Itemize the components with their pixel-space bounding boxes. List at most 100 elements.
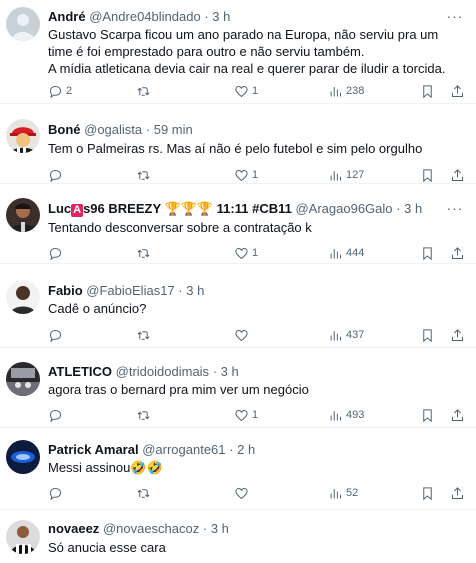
bookmark-button[interactable] [420,484,435,502]
reply-icon [49,85,62,98]
share-button[interactable] [450,406,465,424]
user-handle[interactable]: @novaeschacoz [103,521,199,536]
avatar[interactable] [6,119,40,153]
bookmark-button[interactable] [420,326,435,344]
retweet-icon [137,86,150,96]
tweet-text: Tentando desconversar sobre a contrataçã… [48,220,312,235]
retweet-button[interactable] [136,326,154,344]
retweet-button[interactable] [136,406,154,424]
avatar[interactable] [6,520,40,554]
timestamp[interactable]: 59 min [154,122,193,137]
retweet-button[interactable] [136,166,154,184]
reply-button[interactable] [48,326,66,344]
avatar[interactable] [6,280,40,314]
user-handle[interactable]: @tridoidodimais [116,364,209,379]
views-button[interactable]: 437 [328,326,364,344]
views-button[interactable]: 238 [328,82,364,100]
tweet-text: agora tras o bernard pra mim ver um negó… [48,382,309,397]
view-count: 52 [346,487,359,499]
share-button[interactable] [450,326,465,344]
separator-dot: · [145,122,151,137]
display-name[interactable]: André [48,9,86,24]
user-handle[interactable]: @ogalista [84,122,142,137]
bookmark-button[interactable] [420,406,435,424]
share-button[interactable] [450,484,465,502]
reply-button[interactable] [48,484,66,502]
bookmark-button[interactable] [420,166,435,184]
tweet-header: novaeez @novaeschacoz · 3 h [48,521,229,537]
like-button[interactable]: 1 [234,166,258,184]
share-button[interactable] [450,82,465,100]
reply-button[interactable] [48,406,66,424]
bookmark-icon [423,84,432,98]
share-button[interactable] [450,244,465,262]
views-icon [330,330,341,340]
user-handle[interactable]: @FabioElias17 [86,283,174,298]
views-button[interactable]: 127 [328,166,364,184]
tweet-header: Boné @ogalista · 59 min [48,122,193,138]
retweet-button[interactable] [136,82,154,100]
tweet[interactable]: Patrick Amaral @arrogante61 · 2 h Messi … [0,428,476,510]
share-button[interactable] [450,166,465,184]
heart-icon [235,409,248,421]
more-options-icon[interactable]: ··· [446,201,464,218]
like-button[interactable]: 1 [234,406,258,424]
reply-button[interactable]: 2 [48,82,72,100]
timestamp[interactable]: 3 h [221,364,239,379]
reply-icon [49,487,62,500]
views-icon [330,410,341,420]
views-button[interactable]: 52 [328,484,358,502]
bookmark-button[interactable] [420,244,435,262]
retweet-button[interactable] [136,244,154,262]
tweet-actions: 1 444 [48,244,468,262]
tweet[interactable]: Boné @ogalista · 59 min Tem o Palmeiras … [0,104,476,184]
retweet-icon [137,248,150,258]
user-handle[interactable]: @Aragao96Galo [295,201,392,216]
display-name[interactable]: Fabio [48,283,83,298]
like-button[interactable] [234,326,252,344]
tweet[interactable]: novaeez @novaeschacoz · 3 h Só anucia es… [0,510,476,563]
timestamp[interactable]: 3 h [212,9,230,24]
like-button[interactable]: 1 [234,82,258,100]
tweet-header: André @Andre04blindado · 3 h [48,9,230,25]
tweet-header: Luc As96 BREEZY 🏆🏆🏆 11:11 #CB11 @Aragao96… [48,201,422,217]
timestamp[interactable]: 3 h [404,201,422,216]
display-name[interactable]: Luc As96 BREEZY 🏆🏆🏆 11:11 #CB11 [48,201,292,217]
user-handle[interactable]: @arrogante61 [142,442,225,457]
avatar[interactable] [6,362,40,396]
like-button[interactable]: 1 [234,244,258,262]
display-name[interactable]: novaeez [48,521,99,536]
tweet[interactable]: ATLETICO @tridoidodimais · 3 h agora tra… [0,348,476,428]
user-handle[interactable]: @Andre04blindado [89,9,201,24]
views-button[interactable]: 444 [328,244,364,262]
tweet-header: ATLETICO @tridoidodimais · 3 h [48,364,239,380]
retweet-button[interactable] [136,484,154,502]
timestamp[interactable]: 3 h [186,283,204,298]
more-options-icon[interactable]: ··· [446,9,464,26]
view-count: 127 [346,169,365,181]
views-icon [330,248,341,258]
tweet[interactable]: Luc As96 BREEZY 🏆🏆🏆 11:11 #CB11 @Aragao96… [0,184,476,264]
reply-button[interactable] [48,244,66,262]
reply-button[interactable] [48,166,66,184]
display-name[interactable]: ATLETICO [48,364,112,379]
view-count: 238 [346,85,365,97]
display-name[interactable]: Boné [48,122,81,137]
display-name[interactable]: Patrick Amaral [48,442,139,457]
bookmark-button[interactable] [420,82,435,100]
like-button[interactable] [234,484,252,502]
share-icon [452,408,463,421]
tweet[interactable]: Fabio @FabioElias17 · 3 h Cadê o anúncio… [0,264,476,348]
avatar[interactable] [6,198,40,232]
share-icon [452,84,463,97]
separator-dot: · [178,283,183,298]
avatar[interactable] [6,440,40,474]
timestamp[interactable]: 3 h [211,521,229,536]
tweet-actions: 1 127 [48,166,468,184]
tweet[interactable]: André @Andre04blindado · 3 h ··· Gustavo… [0,0,476,104]
avatar[interactable] [6,7,40,41]
views-button[interactable]: 493 [328,406,364,424]
view-count: 437 [346,329,365,341]
timestamp[interactable]: 2 h [237,442,255,457]
separator-dot: · [229,442,234,457]
